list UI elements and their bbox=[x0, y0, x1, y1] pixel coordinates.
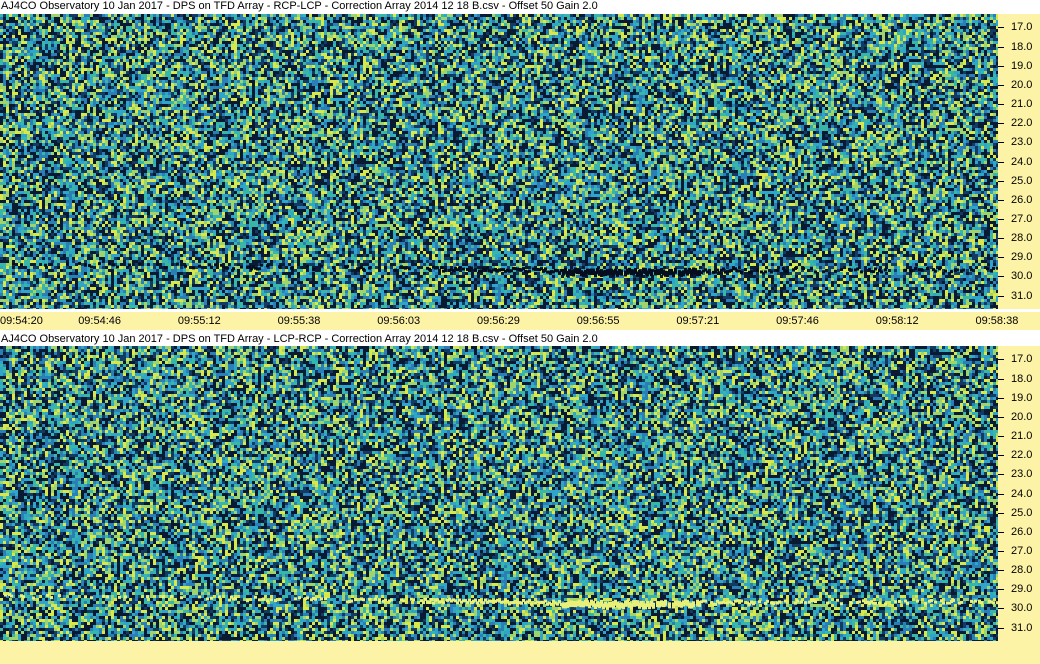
y-tick-mark bbox=[998, 436, 1004, 437]
y-tick-label: 28.0 bbox=[1011, 565, 1032, 576]
y-tick-label: 26.0 bbox=[1011, 195, 1032, 206]
frequency-axis-top: 31.0 30.0 29.0 28.0 27.0 26.0 25.0 24.0 23.0 22.0… bbox=[998, 14, 1040, 309]
y-tick-label: 18.0 bbox=[1011, 42, 1032, 53]
y-tick-mark bbox=[998, 398, 1004, 399]
y-tick-mark bbox=[998, 455, 1004, 456]
frequency-axis-bottom: 31.0 30.0 29.0 28.0 27.0 26.0 25.0 24.0 23.0 22.0… bbox=[998, 346, 1040, 641]
y-tick-mark bbox=[998, 570, 1004, 571]
y-tick-mark bbox=[998, 551, 1004, 552]
y-tick-mark bbox=[998, 359, 1004, 360]
y-tick-mark bbox=[998, 494, 1004, 495]
bottom-status-bar bbox=[0, 641, 1040, 664]
x-tick-label: 09:58:38 bbox=[976, 315, 1019, 327]
y-tick-mark bbox=[998, 379, 1004, 380]
y-tick-label: 25.0 bbox=[1011, 508, 1032, 519]
y-tick-mark bbox=[998, 66, 1004, 67]
spectrogram-rcp-lcp bbox=[0, 14, 998, 309]
time-axis: 09:54:20 09:54:46 09:55:12 09:55:38 09:56:03… bbox=[0, 312, 1040, 330]
y-tick-mark bbox=[998, 474, 1004, 475]
y-tick-mark bbox=[998, 104, 1004, 105]
x-tick-label: 09:54:46 bbox=[78, 315, 121, 327]
y-tick-mark bbox=[998, 162, 1004, 163]
y-tick-mark bbox=[998, 47, 1004, 48]
x-tick-label: 09:56:03 bbox=[377, 315, 420, 327]
y-tick-label: 27.0 bbox=[1011, 214, 1032, 225]
y-tick-mark bbox=[998, 589, 1004, 590]
y-tick-label: 23.0 bbox=[1011, 469, 1032, 480]
y-tick-label: 19.0 bbox=[1011, 393, 1032, 404]
x-tick-label: 09:56:29 bbox=[477, 315, 520, 327]
y-tick-label: 21.0 bbox=[1011, 431, 1032, 442]
y-tick-label: 23.0 bbox=[1011, 137, 1032, 148]
y-tick-label: 30.0 bbox=[1011, 271, 1032, 282]
y-tick-mark bbox=[998, 142, 1004, 143]
y-tick-mark bbox=[998, 181, 1004, 182]
spectrogram-noise bbox=[0, 346, 998, 641]
panel-2-title: AJ4CO Observatory 10 Jan 2017 - DPS on T… bbox=[0, 333, 598, 346]
y-tick-mark bbox=[998, 123, 1004, 124]
y-tick-mark bbox=[998, 513, 1004, 514]
y-tick-mark bbox=[998, 608, 1004, 609]
x-tick-label: 09:57:46 bbox=[776, 315, 819, 327]
y-tick-mark bbox=[998, 200, 1004, 201]
y-tick-mark bbox=[998, 27, 1004, 28]
spectrogram-noise bbox=[0, 14, 998, 309]
panel-1-title: AJ4CO Observatory 10 Jan 2017 - DPS on T… bbox=[0, 0, 598, 13]
y-tick-label: 31.0 bbox=[1011, 291, 1032, 302]
y-tick-label: 17.0 bbox=[1011, 22, 1032, 33]
y-tick-label: 30.0 bbox=[1011, 603, 1032, 614]
y-tick-label: 19.0 bbox=[1011, 61, 1032, 72]
y-tick-label: 29.0 bbox=[1011, 584, 1032, 595]
y-tick-mark bbox=[998, 85, 1004, 86]
y-tick-mark bbox=[998, 219, 1004, 220]
y-tick-label: 28.0 bbox=[1011, 233, 1032, 244]
y-tick-label: 20.0 bbox=[1011, 80, 1032, 91]
spectrogram-lcp-rcp bbox=[0, 346, 998, 641]
x-tick-label: 09:55:12 bbox=[178, 315, 221, 327]
x-tick-label: 09:55:38 bbox=[278, 315, 321, 327]
x-tick-label: 09:54:20 bbox=[0, 315, 43, 327]
y-tick-label: 18.0 bbox=[1011, 374, 1032, 385]
y-tick-label: 26.0 bbox=[1011, 527, 1032, 538]
y-tick-label: 21.0 bbox=[1011, 99, 1032, 110]
y-tick-mark bbox=[998, 257, 1004, 258]
y-tick-label: 25.0 bbox=[1011, 176, 1032, 187]
y-tick-label: 27.0 bbox=[1011, 546, 1032, 557]
y-tick-label: 31.0 bbox=[1011, 623, 1032, 634]
y-tick-label: 20.0 bbox=[1011, 412, 1032, 423]
y-tick-mark bbox=[998, 417, 1004, 418]
y-tick-mark bbox=[998, 238, 1004, 239]
x-tick-label: 09:58:12 bbox=[876, 315, 919, 327]
y-tick-mark bbox=[998, 532, 1004, 533]
y-tick-label: 24.0 bbox=[1011, 157, 1032, 168]
y-tick-mark bbox=[998, 628, 1004, 629]
y-tick-label: 24.0 bbox=[1011, 489, 1032, 500]
y-tick-mark bbox=[998, 276, 1004, 277]
x-tick-label: 09:57:21 bbox=[676, 315, 719, 327]
y-tick-label: 17.0 bbox=[1011, 354, 1032, 365]
y-tick-mark bbox=[998, 296, 1004, 297]
y-tick-label: 29.0 bbox=[1011, 252, 1032, 263]
x-tick-label: 09:56:55 bbox=[577, 315, 620, 327]
y-tick-label: 22.0 bbox=[1011, 118, 1032, 129]
y-tick-label: 22.0 bbox=[1011, 450, 1032, 461]
